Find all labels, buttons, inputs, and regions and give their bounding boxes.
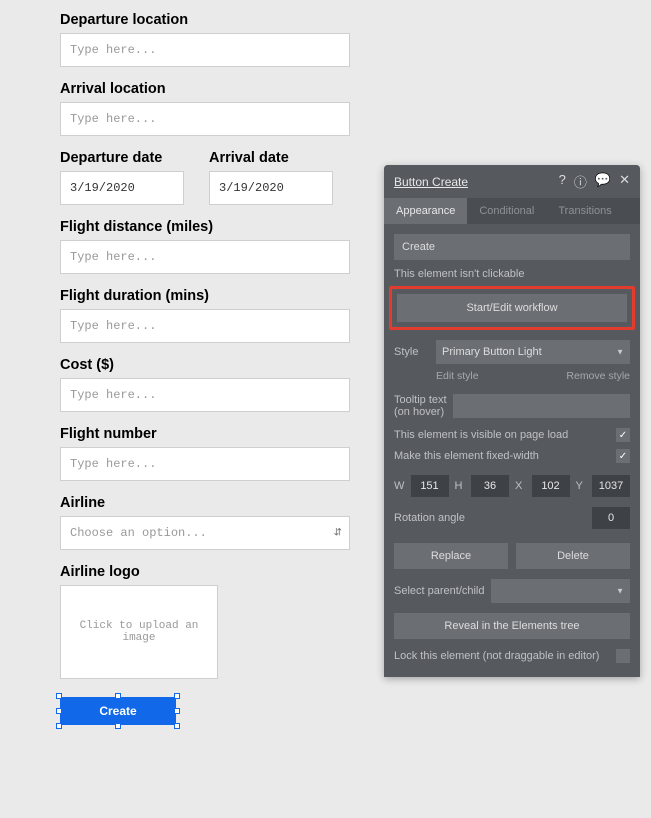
image-upload-airline-logo[interactable]: Click to upload an image xyxy=(60,585,218,679)
inspector-title[interactable]: Button Create xyxy=(394,175,468,189)
lock-element-label: Lock this element (not draggable in edit… xyxy=(394,650,599,662)
help-icon[interactable]: ? xyxy=(559,172,566,191)
select-airline[interactable]: Choose an option... xyxy=(60,516,350,550)
dimensions-row: W H X Y xyxy=(394,475,630,497)
input-arrival-date[interactable] xyxy=(209,171,333,205)
workflow-highlight-box: Start/Edit workflow xyxy=(389,286,635,330)
input-departure-location[interactable] xyxy=(60,33,350,67)
fixed-width-label: Make this element fixed-width xyxy=(394,450,539,462)
inspector-header-icons: ? ⓘ 💬 ✕ xyxy=(559,172,630,191)
style-label: Style xyxy=(394,346,428,358)
info-icon[interactable]: ⓘ xyxy=(574,172,587,191)
input-flight-duration[interactable] xyxy=(60,309,350,343)
label-departure-date: Departure date xyxy=(60,150,184,166)
start-edit-workflow-button[interactable]: Start/Edit workflow xyxy=(397,294,627,322)
label-arrival-location: Arrival location xyxy=(60,81,651,97)
parent-child-row: Select parent/child ▼ xyxy=(394,579,630,603)
parent-child-label: Select parent/child xyxy=(394,585,485,597)
input-cost[interactable] xyxy=(60,378,350,412)
rotation-label: Rotation angle xyxy=(394,512,465,524)
tooltip-label: Tooltip text (on hover) xyxy=(394,394,447,418)
fixed-width-checkbox[interactable]: ✓ xyxy=(616,449,630,463)
resize-handle-bl[interactable] xyxy=(56,723,62,729)
create-button-selection[interactable]: Create xyxy=(60,697,176,725)
style-links-row: Edit style Remove style xyxy=(394,370,630,382)
delete-button[interactable]: Delete xyxy=(516,543,630,569)
field-departure-location: Departure location xyxy=(60,12,651,67)
dim-w-input[interactable] xyxy=(411,475,449,497)
resize-handle-tm[interactable] xyxy=(115,693,121,699)
element-name-input[interactable] xyxy=(394,234,630,260)
upload-placeholder-text: Click to upload an image xyxy=(67,620,211,644)
input-flight-number[interactable] xyxy=(60,447,350,481)
rotation-row: Rotation angle xyxy=(394,507,630,529)
lock-element-checkbox[interactable] xyxy=(616,649,630,663)
tab-appearance[interactable]: Appearance xyxy=(384,198,467,224)
input-departure-date[interactable] xyxy=(60,171,184,205)
tooltip-input[interactable] xyxy=(453,394,630,418)
style-row: Style Primary Button Light ▼ xyxy=(394,340,630,364)
resize-handle-ml[interactable] xyxy=(56,708,62,714)
dim-y-label: Y xyxy=(576,480,587,492)
visible-on-load-checkbox[interactable]: ✓ xyxy=(616,428,630,442)
style-select[interactable]: Primary Button Light xyxy=(436,340,630,364)
label-arrival-date: Arrival date xyxy=(209,150,333,166)
rotation-input[interactable] xyxy=(592,507,630,529)
fixed-width-row: Make this element fixed-width ✓ xyxy=(394,449,630,463)
replace-delete-row: Replace Delete xyxy=(394,543,630,569)
resize-handle-bm[interactable] xyxy=(115,723,121,729)
dim-w-label: W xyxy=(394,480,405,492)
resize-handle-tr[interactable] xyxy=(174,693,180,699)
inspector-body: This element isn't clickable Start/Edit … xyxy=(384,224,640,677)
not-clickable-text: This element isn't clickable xyxy=(394,260,630,286)
comment-icon[interactable]: 💬 xyxy=(595,172,611,191)
reveal-elements-tree-button[interactable]: Reveal in the Elements tree xyxy=(394,613,630,639)
close-icon[interactable]: ✕ xyxy=(619,172,630,191)
input-arrival-location[interactable] xyxy=(60,102,350,136)
tab-transitions[interactable]: Transitions xyxy=(546,198,623,224)
inspector-panel[interactable]: Button Create ? ⓘ 💬 ✕ Appearance Conditi… xyxy=(384,165,640,677)
visible-on-load-row: This element is visible on page load ✓ xyxy=(394,428,630,442)
field-departure-date: Departure date xyxy=(60,150,184,205)
dim-x-input[interactable] xyxy=(532,475,570,497)
remove-style-link[interactable]: Remove style xyxy=(566,370,630,382)
resize-handle-mr[interactable] xyxy=(174,708,180,714)
tooltip-row: Tooltip text (on hover) xyxy=(394,394,630,418)
input-flight-distance[interactable] xyxy=(60,240,350,274)
style-select-value: Primary Button Light xyxy=(442,346,542,358)
edit-style-link[interactable]: Edit style xyxy=(436,370,479,382)
replace-button[interactable]: Replace xyxy=(394,543,508,569)
resize-handle-tl[interactable] xyxy=(56,693,62,699)
inspector-tabs: Appearance Conditional Transitions xyxy=(384,198,640,224)
parent-child-select[interactable] xyxy=(491,579,631,603)
lock-element-row: Lock this element (not draggable in edit… xyxy=(394,649,630,663)
visible-on-load-label: This element is visible on page load xyxy=(394,429,568,441)
dim-y-input[interactable] xyxy=(592,475,630,497)
inspector-header[interactable]: Button Create ? ⓘ 💬 ✕ xyxy=(384,165,640,198)
create-button[interactable]: Create xyxy=(60,697,176,725)
tab-conditional[interactable]: Conditional xyxy=(467,198,546,224)
dim-h-input[interactable] xyxy=(471,475,509,497)
label-departure-location: Departure location xyxy=(60,12,651,28)
dim-x-label: X xyxy=(515,480,526,492)
dim-h-label: H xyxy=(455,480,466,492)
resize-handle-br[interactable] xyxy=(174,723,180,729)
field-arrival-date: Arrival date xyxy=(209,150,333,205)
field-arrival-location: Arrival location xyxy=(60,81,651,136)
